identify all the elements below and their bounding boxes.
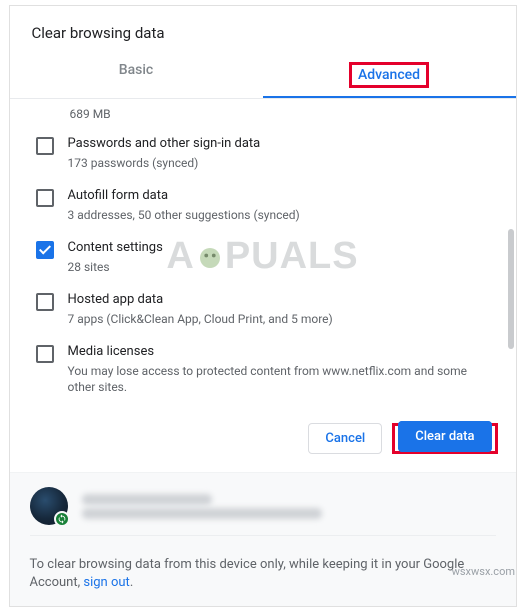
account-email-redacted — [82, 508, 322, 519]
item-title: Hosted app data — [68, 291, 498, 309]
checkbox-autofill[interactable] — [36, 189, 54, 207]
tab-advanced-label: Advanced — [358, 67, 420, 83]
list-item[interactable]: Hosted app data 7 apps (Click&Clean App,… — [24, 283, 498, 335]
item-title: Content settings — [68, 239, 498, 257]
clear-data-button-label: Clear data — [415, 429, 474, 444]
scroll-area: 689 MB Passwords and other sign-in data … — [10, 99, 516, 409]
list-item[interactable]: Content settings 28 sites — [24, 231, 498, 283]
item-title: Media licenses — [68, 343, 498, 361]
dialog-title: Clear browsing data — [10, 6, 516, 52]
checkbox-hosted-app[interactable] — [36, 293, 54, 311]
account-name-redacted — [82, 494, 212, 505]
sign-out-link[interactable]: sign out — [83, 575, 129, 590]
options-list: 689 MB Passwords and other sign-in data … — [10, 99, 512, 409]
sync-icon — [54, 511, 70, 527]
tab-advanced[interactable]: Advanced — [263, 52, 516, 98]
list-item[interactable]: Passwords and other sign-in data 173 pas… — [24, 127, 498, 179]
checkbox-passwords[interactable] — [36, 137, 54, 155]
tabs: Basic Advanced — [10, 52, 516, 99]
item-sub: You may lose access to protected content… — [68, 361, 498, 395]
item-sub: 173 passwords (synced) — [68, 153, 498, 171]
list-item[interactable]: Autofill form data 3 addresses, 50 other… — [24, 179, 498, 231]
item-text: Hosted app data 7 apps (Click&Clean App,… — [68, 291, 498, 327]
cancel-button-label: Cancel — [325, 431, 365, 446]
item-text: Passwords and other sign-in data 173 pas… — [68, 135, 498, 171]
avatar-wrap — [30, 487, 68, 525]
footer-text-suffix: . — [130, 575, 133, 590]
truncated-prev-item-sub: 689 MB — [24, 103, 498, 127]
account-section — [10, 472, 516, 542]
dialog-actions: Cancel Clear data — [10, 409, 516, 472]
footer-note: To clear browsing data from this device … — [10, 542, 516, 606]
checkbox-content-settings[interactable] — [36, 241, 54, 259]
item-sub: 28 sites — [68, 257, 498, 275]
item-title: Autofill form data — [68, 187, 498, 205]
item-text: Media licenses You may lose access to pr… — [68, 343, 498, 395]
clear-data-button[interactable]: Clear data — [398, 421, 491, 452]
account-row — [30, 487, 496, 536]
scrollbar-track[interactable] — [508, 99, 514, 409]
tab-basic[interactable]: Basic — [10, 52, 263, 98]
tab-basic-label: Basic — [119, 62, 153, 78]
account-info-redacted — [82, 491, 496, 522]
checkbox-media-licenses[interactable] — [36, 345, 54, 363]
item-title: Passwords and other sign-in data — [68, 135, 498, 153]
clear-browsing-data-dialog: Clear browsing data Basic Advanced 689 M… — [9, 5, 517, 607]
list-item[interactable]: Media licenses You may lose access to pr… — [24, 335, 498, 403]
item-sub: 7 apps (Click&Clean App, Cloud Print, an… — [68, 309, 498, 327]
clear-data-highlight: Clear data — [392, 423, 497, 454]
scrollbar-thumb[interactable] — [508, 229, 514, 349]
item-text: Content settings 28 sites — [68, 239, 498, 275]
tab-advanced-highlight: Advanced — [349, 62, 429, 88]
attribution: wsxwsx.com — [452, 565, 515, 578]
cancel-button[interactable]: Cancel — [308, 423, 382, 454]
item-text: Autofill form data 3 addresses, 50 other… — [68, 187, 498, 223]
item-sub: 3 addresses, 50 other suggestions (synce… — [68, 205, 498, 223]
